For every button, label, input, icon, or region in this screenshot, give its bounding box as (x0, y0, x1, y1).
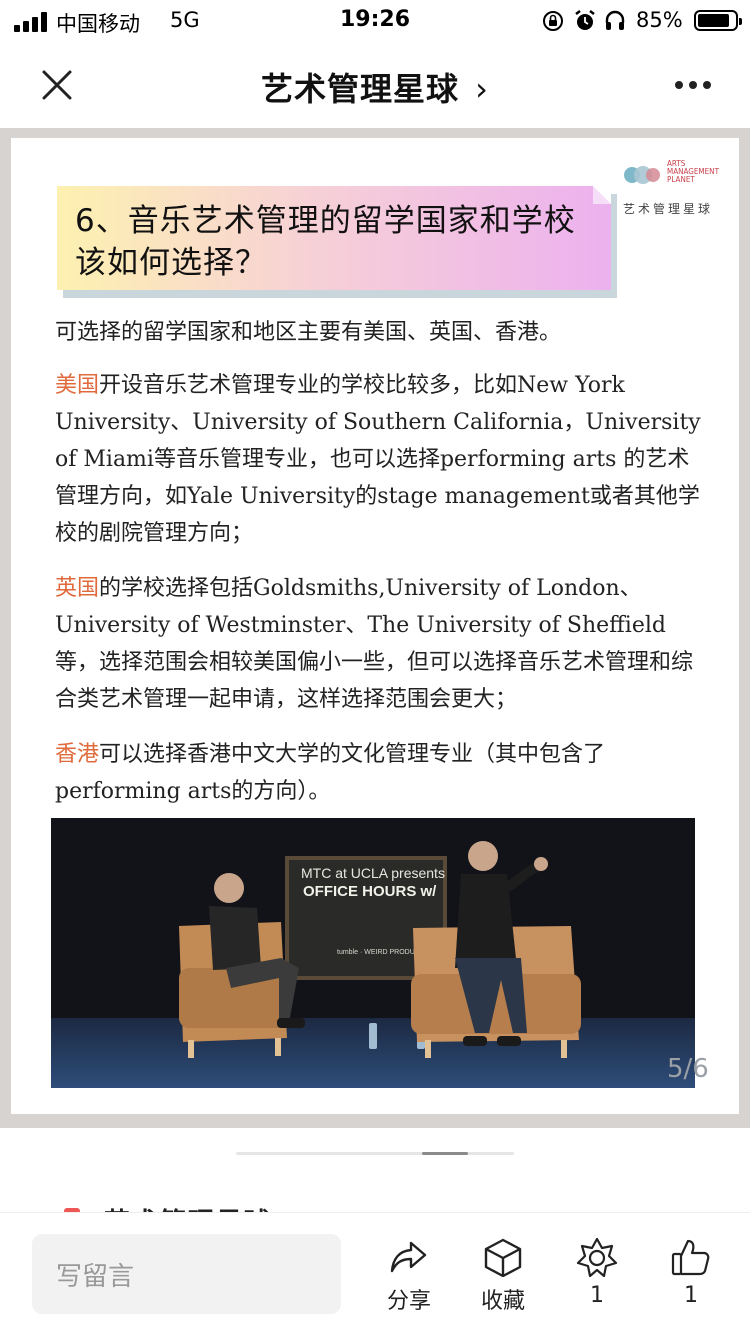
share-icon (390, 1241, 427, 1273)
heading-line-1: 6、音乐艺术管理的留学国家和学校 (75, 203, 576, 239)
uk-label: 英国 (55, 576, 100, 601)
chevron-right-icon: › (475, 70, 489, 108)
hk-text: 可以选择香港中文大学的文化管理专业（其中包含了performing arts的方… (55, 742, 606, 804)
hk-label: 香港 (55, 742, 100, 767)
orientation-lock-icon (543, 11, 563, 31)
board-line-1: MTC at UCLA presents (301, 865, 445, 881)
section-heading: 6、音乐艺术管理的留学国家和学校 该如何选择？ (57, 186, 617, 298)
us-label: 美国 (55, 373, 100, 398)
intro-paragraph: 可选择的留学国家和地区主要有美国、英国、香港。 (55, 314, 705, 351)
share-button[interactable]: 分享 (374, 1237, 444, 1317)
heading-fold (593, 186, 611, 204)
like-button[interactable]: 1 (656, 1237, 726, 1317)
carousel-scroll-thumb (422, 1152, 468, 1155)
share-label: 分享 (386, 1289, 431, 1314)
heading-box: 6、音乐艺术管理的留学国家和学校 该如何选择？ (57, 186, 611, 290)
alarm-icon (575, 10, 595, 30)
logo-english-text: ARTS MANAGEMENT PLANET (667, 160, 719, 184)
like-count: 1 (684, 1283, 698, 1308)
account-title[interactable]: 艺术管理星球 › (0, 64, 750, 110)
uk-text: 的学校选择包括Goldsmiths,University of London、U… (55, 576, 694, 712)
board-line-2: OFFICE HOURS w/ (303, 883, 437, 900)
us-text: 开设音乐艺术管理专业的学校比较多，比如New York University、U… (55, 373, 701, 546)
article-card[interactable]: ARTS MANAGEMENT PLANET 艺术管理星球 6、音乐艺术管理的留… (11, 138, 739, 1114)
heading-line-2: 该如何选择？ (75, 245, 267, 281)
thumbs-up-icon (671, 1239, 710, 1276)
stage-photo: MTC at UCLA presents OFFICE HOURS w/ tum… (51, 818, 695, 1088)
favorite-label: 收藏 (480, 1289, 525, 1314)
logo-chinese-text: 艺术管理星球 (623, 202, 714, 216)
star-shine-icon (576, 1237, 618, 1277)
logo-line: PLANET (667, 175, 695, 184)
wow-count: 1 (590, 1283, 604, 1308)
intro-text: 可选择的留学国家和地区主要有美国、英国、香港。 (55, 320, 562, 345)
account-name: 艺术管理星球 (261, 70, 460, 108)
comment-input[interactable]: 写留言 (32, 1234, 341, 1314)
more-icon[interactable] (668, 70, 718, 100)
page-indicator: 5/6 (667, 1054, 709, 1084)
brand-logo: ARTS MANAGEMENT PLANET 艺术管理星球 (623, 158, 723, 218)
comment-placeholder: 写留言 (56, 1262, 135, 1292)
favorite-button[interactable]: 收藏 (468, 1237, 538, 1317)
bottom-action-bar: 写留言 分享 收藏 1 1 (0, 1212, 750, 1334)
battery-icon (694, 10, 742, 31)
wow-button[interactable]: 1 (562, 1237, 632, 1317)
hk-paragraph: 香港可以选择香港中文大学的文化管理专业（其中包含了performing arts… (55, 736, 705, 810)
battery-percent: 85% (636, 8, 683, 32)
us-paragraph: 美国开设音乐艺术管理专业的学校比较多，比如New York University… (55, 367, 705, 552)
uk-paragraph: 英国的学校选择包括Goldsmiths,University of London… (55, 570, 705, 718)
cube-icon (484, 1238, 522, 1277)
carousel-scroll-track (236, 1152, 514, 1155)
logo-circles-icon (624, 166, 660, 184)
article-image-frame: ARTS MANAGEMENT PLANET 艺术管理星球 6、音乐艺术管理的留… (0, 128, 750, 1128)
headphones-icon (605, 10, 625, 30)
nav-bar: 艺术管理星球 › (0, 44, 750, 128)
stage-photo-illustration: MTC at UCLA presents OFFICE HOURS w/ tum… (51, 818, 695, 1088)
status-bar: 中国移动 5G 19:26 85% (0, 0, 750, 44)
